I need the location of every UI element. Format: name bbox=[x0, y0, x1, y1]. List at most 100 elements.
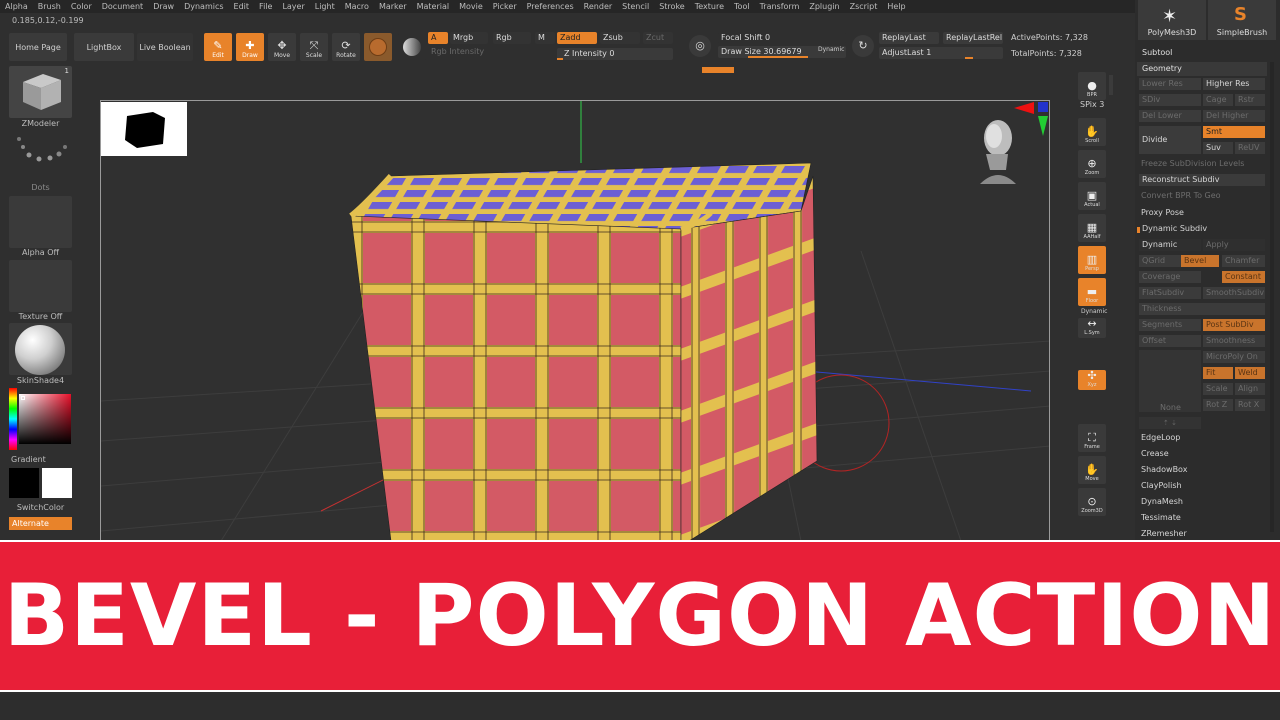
proxy-pose-section[interactable]: Proxy Pose bbox=[1137, 208, 1184, 217]
canvas-viewport[interactable] bbox=[100, 100, 1050, 540]
zsub-button[interactable]: Zsub bbox=[600, 32, 640, 44]
convert-bpr-button[interactable]: Convert BPR To Geo bbox=[1137, 191, 1221, 200]
floor-button[interactable]: ▬ Floor bbox=[1078, 278, 1106, 306]
polymesh3d-brush-tile[interactable]: ✶ PolyMesh3D bbox=[1138, 0, 1206, 40]
constant-toggle[interactable]: Constant bbox=[1222, 271, 1265, 283]
menu-dynamics[interactable]: Dynamics bbox=[179, 0, 228, 13]
smoothness-slider[interactable]: Smoothness bbox=[1203, 335, 1265, 347]
higher-res-button[interactable]: Higher Res bbox=[1203, 78, 1265, 90]
spix-readout[interactable]: SPix 3 bbox=[1080, 100, 1104, 109]
menu-alpha[interactable]: Alpha bbox=[0, 0, 33, 13]
simplebrush-tile[interactable]: S SimpleBrush bbox=[1208, 0, 1276, 40]
edgeloop-section[interactable]: EdgeLoop bbox=[1137, 433, 1180, 442]
lower-res-button[interactable]: Lower Res bbox=[1139, 78, 1201, 90]
geometry-section[interactable]: Geometry bbox=[1137, 62, 1267, 76]
rot-z-slider[interactable]: Rot Z bbox=[1203, 399, 1233, 411]
dynamic-subdiv-section[interactable]: Dynamic Subdiv bbox=[1138, 224, 1207, 233]
scale-tool-button[interactable]: ⤧ Scale bbox=[300, 33, 328, 61]
zadd-button[interactable]: Zadd bbox=[557, 32, 597, 44]
rgb-button[interactable]: Rgb bbox=[493, 32, 531, 44]
menu-preferences[interactable]: Preferences bbox=[522, 0, 579, 13]
flat-subdiv-slider[interactable]: FlatSubdiv bbox=[1139, 287, 1201, 299]
shadowbox-section[interactable]: ShadowBox bbox=[1137, 465, 1187, 474]
fit-toggle[interactable]: Fit bbox=[1203, 367, 1233, 379]
main-color-swatch[interactable] bbox=[9, 468, 39, 498]
menu-layer[interactable]: Layer bbox=[277, 0, 309, 13]
menu-stroke[interactable]: Stroke bbox=[654, 0, 690, 13]
texture-button[interactable] bbox=[9, 260, 72, 312]
reconstruct-subdiv-button[interactable]: Reconstruct Subdiv bbox=[1139, 174, 1265, 186]
menu-macro[interactable]: Macro bbox=[340, 0, 374, 13]
menu-draw[interactable]: Draw bbox=[148, 0, 179, 13]
z-intensity-slider[interactable]: Z Intensity 0 bbox=[557, 48, 673, 60]
weld-toggle[interactable]: Weld bbox=[1235, 367, 1265, 379]
crease-section[interactable]: Crease bbox=[1137, 449, 1169, 458]
menu-texture[interactable]: Texture bbox=[690, 0, 729, 13]
saturation-square[interactable] bbox=[19, 394, 71, 444]
zremesher-section[interactable]: ZRemesher bbox=[1137, 529, 1187, 538]
menu-transform[interactable]: Transform bbox=[755, 0, 805, 13]
smooth-subdiv-slider[interactable]: SmoothSubdiv bbox=[1203, 287, 1265, 299]
dynamic-toggle[interactable]: Dynamic bbox=[1139, 239, 1201, 251]
adjust-last-slider[interactable]: AdjustLast 1 bbox=[879, 47, 1003, 59]
menu-brush[interactable]: Brush bbox=[33, 0, 66, 13]
material-sphere-button[interactable] bbox=[364, 33, 392, 61]
zoom3d-button[interactable]: ⊙ Zoom3D bbox=[1078, 488, 1106, 516]
frame-button[interactable]: ⛶ Frame bbox=[1078, 424, 1106, 452]
switch-color-button[interactable]: SwitchColor bbox=[9, 503, 72, 512]
del-higher-button[interactable]: Del Higher bbox=[1203, 110, 1265, 122]
claypolish-section[interactable]: ClayPolish bbox=[1137, 481, 1182, 490]
color-picker[interactable] bbox=[9, 388, 72, 450]
micropoly-toggle[interactable]: MicroPoly On bbox=[1203, 351, 1265, 363]
smt-toggle[interactable]: Smt bbox=[1203, 126, 1265, 138]
subtool-section[interactable]: Subtool bbox=[1137, 46, 1267, 60]
apply-button[interactable]: Apply bbox=[1203, 239, 1265, 251]
gradient-sphere-button[interactable] bbox=[398, 33, 426, 61]
lsym-button[interactable]: ↔ L.Sym bbox=[1078, 318, 1106, 338]
shelf-scrollbar[interactable] bbox=[1109, 75, 1113, 95]
zmodeler-brush-button[interactable]: 1 bbox=[9, 66, 72, 118]
chamfer-toggle[interactable]: Chamfer bbox=[1222, 255, 1265, 267]
cage-button[interactable]: Cage bbox=[1203, 94, 1233, 106]
palette-scrollbar[interactable] bbox=[1270, 62, 1274, 532]
menu-help[interactable]: Help bbox=[882, 0, 910, 13]
material-button[interactable] bbox=[9, 323, 72, 375]
post-subdiv-toggle[interactable]: Post SubDiv bbox=[1203, 319, 1265, 331]
menu-picker[interactable]: Picker bbox=[488, 0, 522, 13]
menu-zscript[interactable]: Zscript bbox=[845, 0, 883, 13]
focal-shift-slider[interactable]: Focal Shift 0 bbox=[718, 32, 846, 44]
m-button[interactable]: M bbox=[535, 32, 555, 44]
thickness-slider[interactable]: Thickness bbox=[1139, 303, 1265, 315]
replay-last-button[interactable]: ReplayLast bbox=[879, 32, 939, 44]
navigator-thumbnail[interactable] bbox=[101, 102, 187, 156]
xyz-button[interactable]: ✣ Xyz bbox=[1078, 370, 1106, 390]
aahalf-button[interactable]: ▦ AAHalf bbox=[1078, 214, 1106, 242]
segments-slider[interactable]: Segments bbox=[1139, 319, 1201, 331]
alternate-button[interactable]: Alternate bbox=[9, 517, 72, 530]
divide-button[interactable]: Divide bbox=[1139, 126, 1201, 154]
align-toggle[interactable]: Align bbox=[1235, 383, 1265, 395]
lightbox-button[interactable]: LightBox bbox=[74, 33, 134, 61]
rot-x-slider[interactable]: Rot X bbox=[1235, 399, 1265, 411]
rotate-tool-button[interactable]: ⟳ Rotate bbox=[332, 33, 360, 61]
menu-material[interactable]: Material bbox=[412, 0, 455, 13]
secondary-color-swatch[interactable] bbox=[42, 468, 72, 498]
move-button[interactable]: ✋ Move bbox=[1078, 456, 1106, 484]
alpha-button[interactable] bbox=[9, 196, 72, 248]
replay-last-rel-button[interactable]: ReplayLastRel bbox=[943, 32, 1003, 44]
rstr-button[interactable]: Rstr bbox=[1235, 94, 1265, 106]
menu-marker[interactable]: Marker bbox=[374, 0, 412, 13]
zcut-button[interactable]: Zcut bbox=[643, 32, 673, 44]
rgb-intensity-slider[interactable]: Rgb Intensity bbox=[431, 47, 484, 56]
move-tool-button[interactable]: ✥ Move bbox=[268, 33, 296, 61]
menu-color[interactable]: Color bbox=[66, 0, 97, 13]
menu-light[interactable]: Light bbox=[310, 0, 340, 13]
menu-edit[interactable]: Edit bbox=[229, 0, 255, 13]
tessimate-section[interactable]: Tessimate bbox=[1137, 513, 1181, 522]
live-boolean-button[interactable]: Live Boolean bbox=[137, 33, 193, 61]
hue-strip[interactable] bbox=[9, 388, 17, 450]
axis-gizmo[interactable] bbox=[1012, 100, 1050, 140]
a-button[interactable]: A bbox=[428, 32, 448, 44]
menu-stencil[interactable]: Stencil bbox=[617, 0, 654, 13]
dynamic-toggle[interactable]: Dynamic bbox=[818, 46, 844, 53]
